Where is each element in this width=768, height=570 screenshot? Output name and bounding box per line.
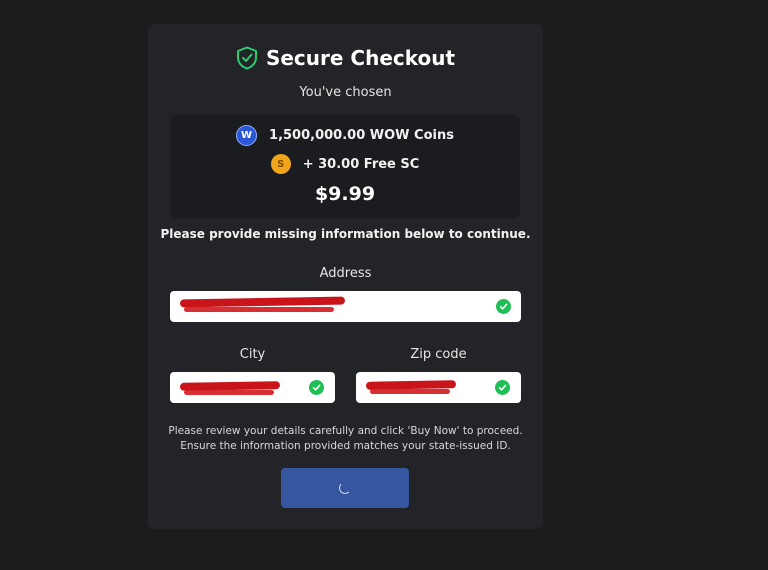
- valid-check-icon: [496, 299, 511, 314]
- order-summary: W 1,500,000.00 WOW Coins S + 30.00 Free …: [170, 115, 520, 218]
- coins-line: W 1,500,000.00 WOW Coins: [170, 125, 520, 146]
- bonus-line: S + 30.00 Free SC: [170, 154, 520, 174]
- review-line-2: Ensure the information provided matches …: [180, 440, 511, 452]
- address-field[interactable]: [170, 291, 521, 322]
- zip-label: Zip code: [410, 347, 467, 362]
- missing-info-notice: Please provide missing information below…: [160, 227, 531, 241]
- review-instructions: Please review your details carefully and…: [148, 424, 543, 454]
- redaction-mark: [184, 307, 334, 312]
- bonus-amount: + 30.00 Free SC: [302, 156, 420, 172]
- checkout-card: Secure Checkout You've chosen W 1,500,00…: [148, 24, 543, 529]
- loading-spinner-icon: [339, 482, 351, 494]
- price: $9.99: [314, 183, 376, 205]
- wow-coin-icon: W: [236, 125, 258, 146]
- page-title: Secure Checkout: [265, 46, 456, 70]
- chosen-label: You've chosen: [299, 85, 392, 100]
- sc-coin-icon: S: [270, 154, 291, 174]
- city-label: City: [239, 347, 266, 362]
- shield-check-icon: [236, 46, 257, 70]
- redaction-mark: [370, 389, 450, 394]
- redaction-mark: [179, 296, 346, 308]
- buy-now-button[interactable]: [281, 468, 409, 508]
- city-field[interactable]: [170, 372, 335, 403]
- review-line-1: Please review your details carefully and…: [168, 425, 523, 437]
- valid-check-icon: [495, 380, 510, 395]
- checkout-header: Secure Checkout: [148, 46, 543, 70]
- address-label: Address: [319, 266, 372, 281]
- redaction-mark: [184, 390, 274, 395]
- valid-check-icon: [309, 380, 324, 395]
- coins-amount: 1,500,000.00 WOW Coins: [269, 128, 454, 143]
- zip-field[interactable]: [356, 372, 521, 403]
